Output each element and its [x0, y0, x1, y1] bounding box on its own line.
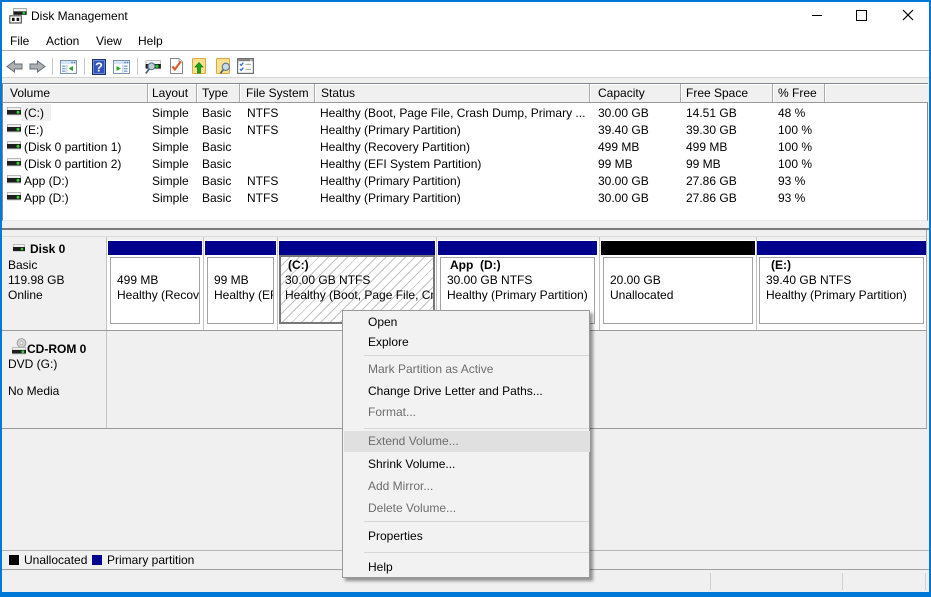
svg-text:?: ? [95, 60, 103, 75]
